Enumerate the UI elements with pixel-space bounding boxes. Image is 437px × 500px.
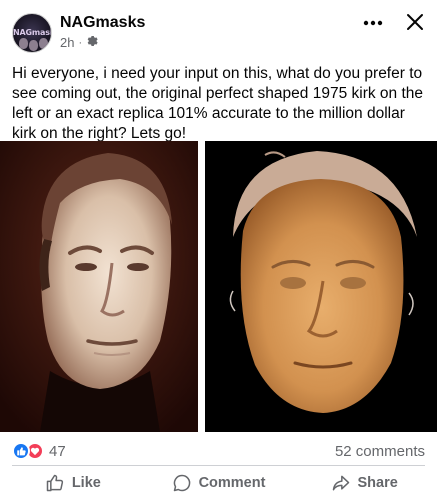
avatar-face	[39, 38, 48, 49]
comment-button[interactable]: Comment	[146, 466, 292, 500]
post-time[interactable]: 2h	[60, 35, 74, 50]
like-label: Like	[71, 475, 101, 491]
thumbs-up-icon	[45, 473, 65, 493]
reactions-count: 47	[49, 442, 66, 460]
more-options-icon[interactable]	[360, 10, 386, 36]
avatar[interactable]: NAGmasks	[12, 13, 52, 53]
avatar-face	[19, 38, 28, 49]
avatar-text: NAGmasks	[13, 28, 51, 37]
page-name[interactable]: NAGmasks	[60, 14, 145, 32]
action-bar: Like Comment Share	[0, 466, 437, 500]
post-text: Hi everyone, i need your input on this, …	[12, 65, 424, 142]
comments-count[interactable]: 52 comments	[335, 443, 425, 460]
like-button[interactable]: Like	[0, 466, 146, 500]
share-arrow-icon	[331, 473, 351, 493]
gear-icon[interactable]	[86, 35, 98, 50]
like-reaction-icon	[12, 442, 30, 460]
post-image-left[interactable]	[0, 141, 198, 432]
meta-separator: ·	[78, 36, 83, 49]
post-header: NAGmasks NAGmasks 2h ·	[0, 0, 437, 60]
avatar-face	[29, 40, 38, 51]
post-meta: 2h ·	[60, 35, 98, 50]
comment-label: Comment	[198, 475, 266, 491]
close-icon[interactable]	[402, 9, 428, 35]
comment-bubble-icon	[172, 473, 192, 493]
reactions-summary[interactable]: 47	[12, 442, 66, 460]
post-image-right[interactable]	[205, 141, 437, 432]
share-label: Share	[357, 475, 398, 491]
share-button[interactable]: Share	[291, 466, 437, 500]
